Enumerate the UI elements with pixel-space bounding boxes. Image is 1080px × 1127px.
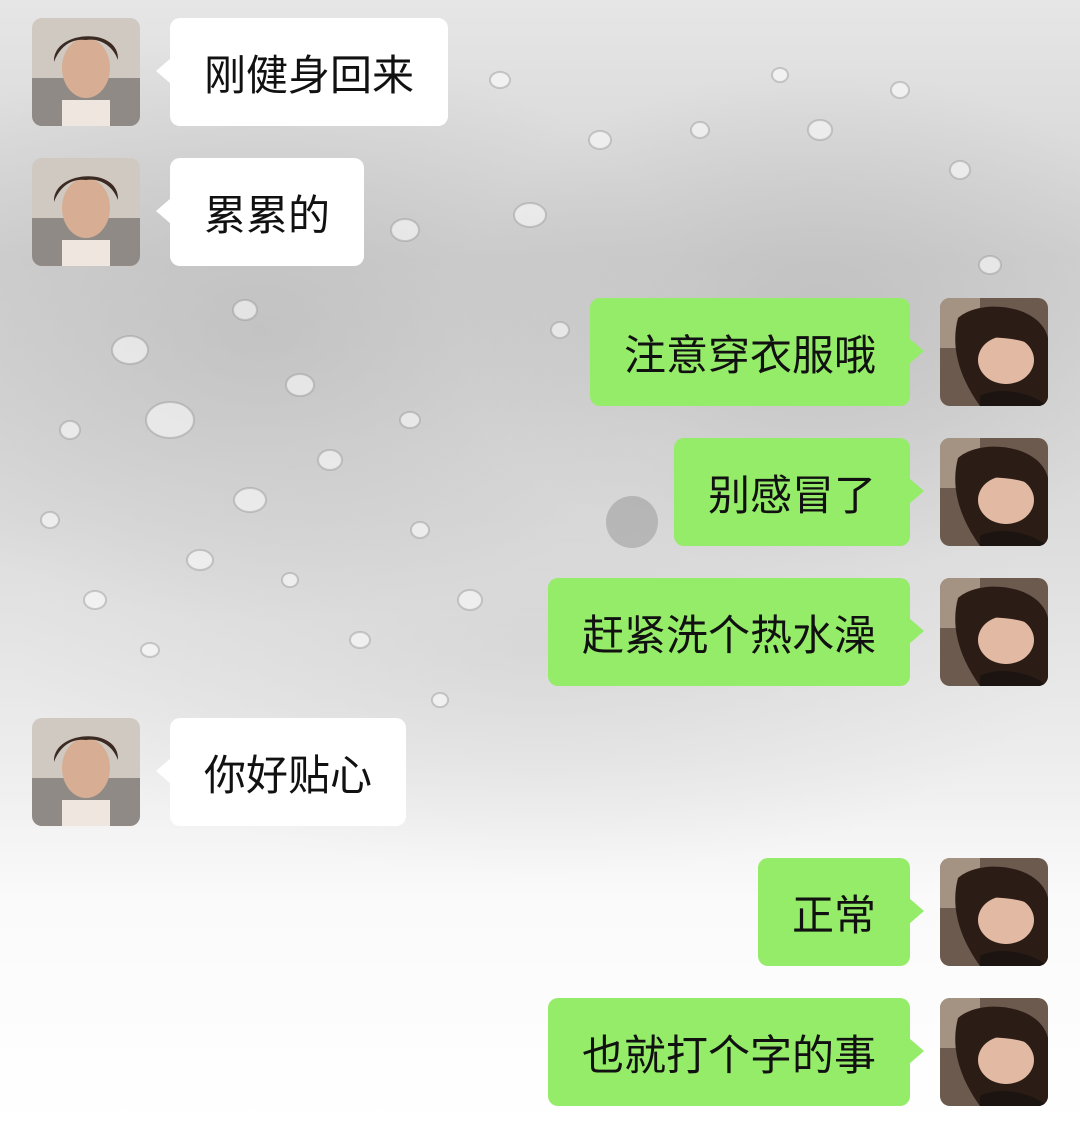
bubble-tail <box>156 58 171 84</box>
message-row: 累累的 <box>0 158 1080 266</box>
message-row: 也就打个字的事 <box>0 998 1080 1106</box>
bubble-tail <box>156 198 171 224</box>
message-bubble[interactable]: 注意穿衣服哦 <box>589 298 910 406</box>
contact-avatar[interactable] <box>32 718 140 826</box>
message-bubble[interactable]: 累累的 <box>170 158 365 266</box>
message-bubble[interactable]: 别感冒了 <box>673 438 910 546</box>
message-bubble[interactable]: 刚健身回来 <box>170 18 449 126</box>
bubble-tail <box>909 478 924 504</box>
bubble-tail <box>909 618 924 644</box>
message-row: 刚健身回来 <box>0 18 1080 126</box>
message-row: 赶紧洗个热水澡 <box>0 578 1080 686</box>
self-avatar[interactable] <box>940 578 1048 686</box>
self-avatar[interactable] <box>940 998 1048 1106</box>
self-avatar[interactable] <box>940 858 1048 966</box>
contact-avatar[interactable] <box>32 18 140 126</box>
bubble-tail <box>909 338 924 364</box>
message-row: 你好贴心 <box>0 718 1080 826</box>
self-avatar[interactable] <box>940 438 1048 546</box>
message-bubble[interactable]: 正常 <box>757 858 910 966</box>
message-row: 注意穿衣服哦 <box>0 298 1080 406</box>
chat-area[interactable]: 刚健身回来 累累的 注意穿衣服哦 别感冒了 赶紧洗个热水澡 你好贴心 正常 也就… <box>0 0 1080 1127</box>
bubble-tail <box>909 898 924 924</box>
message-bubble[interactable]: 你好贴心 <box>170 718 407 826</box>
bubble-tail <box>909 1038 924 1064</box>
bubble-tail <box>156 758 171 784</box>
message-bubble[interactable]: 也就打个字的事 <box>547 998 910 1106</box>
self-avatar[interactable] <box>940 298 1048 406</box>
message-row: 别感冒了 <box>0 438 1080 546</box>
message-bubble[interactable]: 赶紧洗个热水澡 <box>547 578 910 686</box>
contact-avatar[interactable] <box>32 158 140 266</box>
message-row: 正常 <box>0 858 1080 966</box>
